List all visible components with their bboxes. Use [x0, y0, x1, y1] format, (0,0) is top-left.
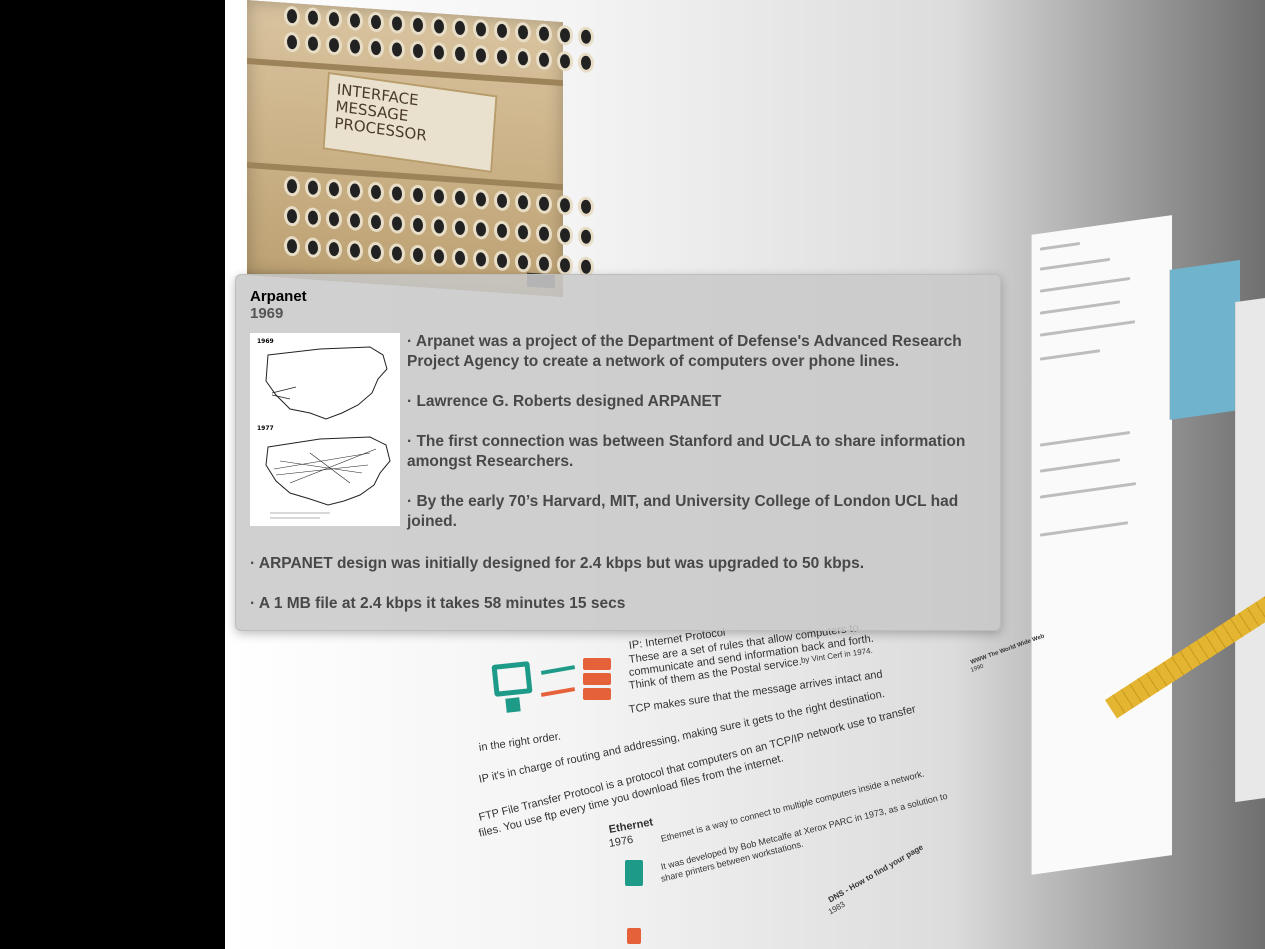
bullet-file-time: · A 1 MB file at 2.4 kbps it takes 58 mi…: [250, 595, 626, 612]
map-label-1977: 1977: [257, 425, 274, 432]
computer-stand-icon: [505, 697, 521, 713]
imp-machine-photo: INTERFACE MESSAGE PROCESSOR: [247, 0, 591, 298]
cloud-computing-image: [1169, 260, 1240, 420]
arrow-left-icon: [540, 687, 576, 697]
server-icon-1: [583, 658, 611, 670]
network-icon: [625, 860, 643, 886]
machine-label-plate: INTERFACE MESSAGE PROCESSOR: [322, 71, 498, 173]
dns-title: DNS - How to find your page: [826, 842, 925, 905]
bullet-design-speed: · ARPANET design was initially designed …: [250, 555, 865, 572]
printer-icon: [627, 928, 641, 944]
arpanet-popup[interactable]: Arpanet 1969 1969 1977 · Arpanet was a p…: [235, 274, 1001, 631]
knob-row-bottom: [287, 238, 591, 275]
bullet-first-connection: · The first connection was between Stanf…: [407, 433, 966, 470]
server-icon-3: [583, 688, 611, 700]
bullet-lawrence-roberts: · Lawrence G. Roberts designed ARPANET: [407, 393, 722, 410]
popup-bullets-narrow: · Arpanet was a project of the Departmen…: [407, 332, 997, 552]
popup-title: Arpanet: [250, 288, 307, 305]
left-black-strip: [0, 0, 225, 949]
popup-year: 1969: [250, 305, 284, 322]
timeline-card-far-1[interactable]: [1031, 215, 1172, 875]
server-icon-2: [583, 673, 611, 685]
bullet-early-70s: · By the early 70’s Harvard, MIT, and Un…: [407, 493, 959, 530]
knob-row-fourth: [287, 208, 591, 245]
computer-monitor-icon: [491, 661, 533, 697]
in-right-order-text: in the right order.: [478, 730, 562, 754]
timeline-card-far-2[interactable]: [1235, 297, 1265, 803]
ethernet-year: 1976: [607, 833, 635, 850]
bullet-arpanet-project: · Arpanet was a project of the Departmen…: [407, 333, 962, 370]
arpanet-map-image: 1969 1977: [250, 333, 400, 526]
arrow-right-icon: [540, 665, 576, 675]
